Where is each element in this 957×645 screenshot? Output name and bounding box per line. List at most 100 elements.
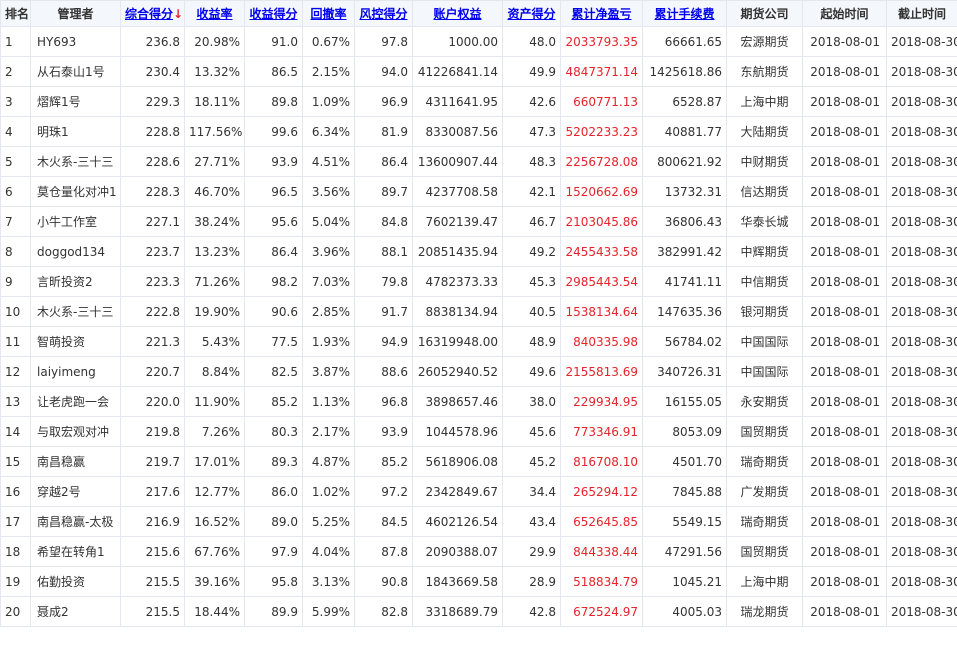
cell-return-rate: 71.26% xyxy=(184,266,245,297)
cell-cum-fee: 47291.56 xyxy=(642,536,727,567)
cell-drawdown: 4.51% xyxy=(302,146,355,177)
sort-composite-score-link[interactable]: 综合得分 xyxy=(125,7,173,21)
cell-start-date: 2018-08-01 xyxy=(802,236,887,267)
cell-risk-score: 85.2 xyxy=(354,446,413,477)
cell-asset-score: 48.0 xyxy=(502,26,561,57)
cell-end-date: 2018-08-30 xyxy=(886,536,957,567)
cell-asset-score: 46.7 xyxy=(502,206,561,237)
header-equity[interactable]: 账户权益 xyxy=(412,0,503,27)
cell-drawdown: 6.34% xyxy=(302,116,355,147)
cell-manager: 小牛工作室 xyxy=(30,206,121,237)
sort-asset-score-link[interactable]: 资产得分 xyxy=(507,7,555,21)
cell-composite-score: 230.4 xyxy=(120,56,185,87)
cell-return-score: 86.4 xyxy=(244,236,303,267)
cell-start-date: 2018-08-01 xyxy=(802,326,887,357)
cell-return-score: 82.5 xyxy=(244,356,303,387)
cell-equity: 1044578.96 xyxy=(412,416,503,447)
cell-composite-score: 215.5 xyxy=(120,596,185,627)
cell-composite-score: 223.3 xyxy=(120,266,185,297)
cell-cum-pnl: 518834.79 xyxy=(560,566,643,597)
cell-equity: 13600907.44 xyxy=(412,146,503,177)
cell-drawdown: 1.13% xyxy=(302,386,355,417)
header-return-rate[interactable]: 收益率 xyxy=(184,0,245,27)
sort-return-rate-link[interactable]: 收益率 xyxy=(196,7,232,21)
cell-rank: 6 xyxy=(0,176,31,207)
header-composite-score[interactable]: 综合得分↓ xyxy=(120,0,185,27)
sort-cum-fee-link[interactable]: 累计手续费 xyxy=(654,7,714,21)
cell-equity: 41226841.14 xyxy=(412,56,503,87)
cell-start-date: 2018-08-01 xyxy=(802,116,887,147)
table-row: 19 佑勤投资 215.5 39.16% 95.8 3.13% 90.8 1843669.58… xyxy=(0,566,957,597)
cell-cum-fee: 800621.92 xyxy=(642,146,727,177)
cell-return-rate: 18.11% xyxy=(184,86,245,117)
cell-cum-pnl: 652645.85 xyxy=(560,506,643,537)
cell-end-date: 2018-08-30 xyxy=(886,566,957,597)
sort-cum-pnl-link[interactable]: 累计净盈亏 xyxy=(571,7,631,21)
cell-equity: 2090388.07 xyxy=(412,536,503,567)
sort-risk-score-link[interactable]: 风控得分 xyxy=(359,7,407,21)
cell-start-date: 2018-08-01 xyxy=(802,356,887,387)
cell-broker: 东航期货 xyxy=(726,56,803,87)
header-drawdown[interactable]: 回撤率 xyxy=(302,0,355,27)
cell-rank: 9 xyxy=(0,266,31,297)
header-cum-fee[interactable]: 累计手续费 xyxy=(642,0,727,27)
cell-equity: 7602139.47 xyxy=(412,206,503,237)
sort-equity-link[interactable]: 账户权益 xyxy=(433,7,481,21)
table-row: 20 聂成2 215.5 18.44% 89.9 5.99% 82.8 3318689.79 4… xyxy=(0,596,957,627)
sort-return-score-link[interactable]: 收益得分 xyxy=(249,7,297,21)
cell-drawdown: 7.03% xyxy=(302,266,355,297)
cell-cum-fee: 1425618.86 xyxy=(642,56,727,87)
cell-composite-score: 236.8 xyxy=(120,26,185,57)
cell-return-score: 95.8 xyxy=(244,566,303,597)
cell-cum-pnl: 2103045.86 xyxy=(560,206,643,237)
cell-cum-fee: 41741.11 xyxy=(642,266,727,297)
cell-cum-pnl: 840335.98 xyxy=(560,326,643,357)
cell-drawdown: 5.99% xyxy=(302,596,355,627)
cell-return-score: 89.8 xyxy=(244,86,303,117)
cell-manager: 希望在转角1 xyxy=(30,536,121,567)
cell-broker: 上海中期 xyxy=(726,566,803,597)
header-return-score[interactable]: 收益得分 xyxy=(244,0,303,27)
cell-asset-score: 45.3 xyxy=(502,266,561,297)
cell-equity: 5618906.08 xyxy=(412,446,503,477)
cell-equity: 4237708.58 xyxy=(412,176,503,207)
cell-drawdown: 2.17% xyxy=(302,416,355,447)
cell-rank: 13 xyxy=(0,386,31,417)
cell-return-rate: 20.98% xyxy=(184,26,245,57)
cell-start-date: 2018-08-01 xyxy=(802,206,887,237)
cell-return-rate: 13.32% xyxy=(184,56,245,87)
header-rank-label: 排名 xyxy=(5,7,30,21)
cell-manager: 聂成2 xyxy=(30,596,121,627)
cell-cum-fee: 340726.31 xyxy=(642,356,727,387)
cell-cum-fee: 7845.88 xyxy=(642,476,727,507)
cell-rank: 17 xyxy=(0,506,31,537)
header-cum-pnl[interactable]: 累计净盈亏 xyxy=(560,0,643,27)
cell-rank: 19 xyxy=(0,566,31,597)
cell-end-date: 2018-08-30 xyxy=(886,416,957,447)
cell-start-date: 2018-08-01 xyxy=(802,26,887,57)
sort-drawdown-link[interactable]: 回撤率 xyxy=(310,7,346,21)
header-start-label: 起始时间 xyxy=(820,7,869,21)
cell-drawdown: 2.15% xyxy=(302,56,355,87)
header-risk-score[interactable]: 风控得分 xyxy=(354,0,413,27)
header-asset-score[interactable]: 资产得分 xyxy=(502,0,561,27)
cell-asset-score: 48.9 xyxy=(502,326,561,357)
cell-risk-score: 84.5 xyxy=(354,506,413,537)
table-row: 14 与取宏观对冲 219.8 7.26% 80.3 2.17% 93.9 1044578.9… xyxy=(0,416,957,447)
cell-broker: 中信期货 xyxy=(726,266,803,297)
cell-asset-score: 47.3 xyxy=(502,116,561,147)
cell-cum-pnl: 2985443.54 xyxy=(560,266,643,297)
cell-cum-pnl: 2033793.35 xyxy=(560,26,643,57)
cell-return-rate: 8.84% xyxy=(184,356,245,387)
cell-asset-score: 38.0 xyxy=(502,386,561,417)
cell-cum-fee: 382991.42 xyxy=(642,236,727,267)
cell-drawdown: 1.02% xyxy=(302,476,355,507)
cell-drawdown: 0.67% xyxy=(302,26,355,57)
cell-return-rate: 46.70% xyxy=(184,176,245,207)
cell-manager: HY693 xyxy=(30,26,121,57)
cell-cum-pnl: 2256728.08 xyxy=(560,146,643,177)
cell-cum-pnl: 816708.10 xyxy=(560,446,643,477)
cell-broker: 中辉期货 xyxy=(726,236,803,267)
cell-return-score: 99.6 xyxy=(244,116,303,147)
cell-rank: 15 xyxy=(0,446,31,477)
